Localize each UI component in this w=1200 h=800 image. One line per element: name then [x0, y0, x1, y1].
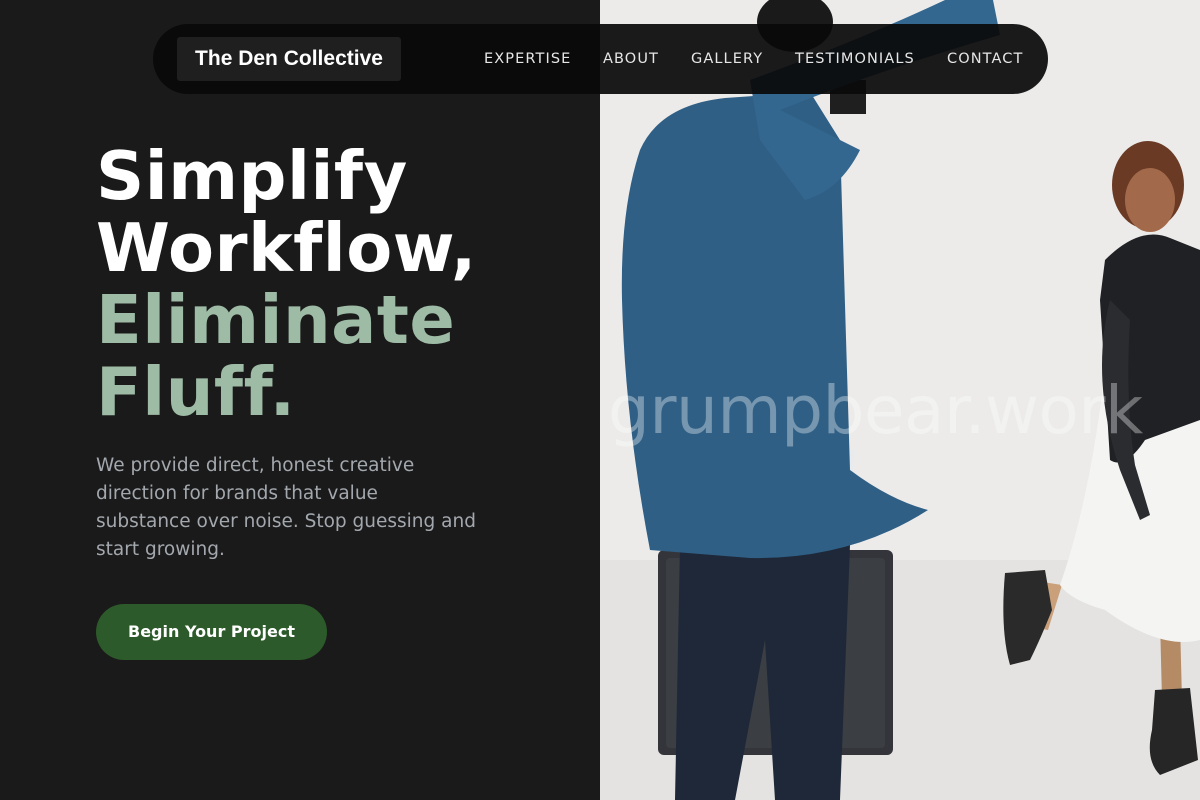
hero-description: We provide direct, honest creative direc…	[96, 455, 476, 560]
brand-logo[interactable]: The Den Collective	[177, 37, 401, 81]
nav-link-about[interactable]: ABOUT	[603, 48, 659, 70]
nav-link-testimonials[interactable]: TESTIMONIALS	[795, 48, 915, 70]
hero-left-panel: Simplify Workflow, Eliminate Fluff. We p…	[0, 0, 600, 800]
top-navbar: The Den Collective EXPERTISE ABOUT GALLE…	[153, 24, 1048, 94]
hero-photo: grumpbear.work	[600, 0, 1200, 800]
headline-line-3: Eliminate	[96, 281, 456, 359]
nav-link-contact[interactable]: CONTACT	[947, 48, 1023, 70]
begin-project-button[interactable]: Begin Your Project	[96, 604, 327, 660]
nav-link-expertise[interactable]: EXPERTISE	[484, 48, 571, 70]
watermark-text: grumpbear.work	[608, 372, 1143, 449]
hero-headline: Simplify Workflow, Eliminate Fluff.	[96, 140, 576, 428]
headline-line-1: Simplify	[96, 137, 408, 215]
nav-link-gallery[interactable]: GALLERY	[691, 48, 763, 70]
headline-line-2: Workflow,	[96, 209, 477, 287]
headline-line-4: Fluff.	[96, 353, 296, 431]
